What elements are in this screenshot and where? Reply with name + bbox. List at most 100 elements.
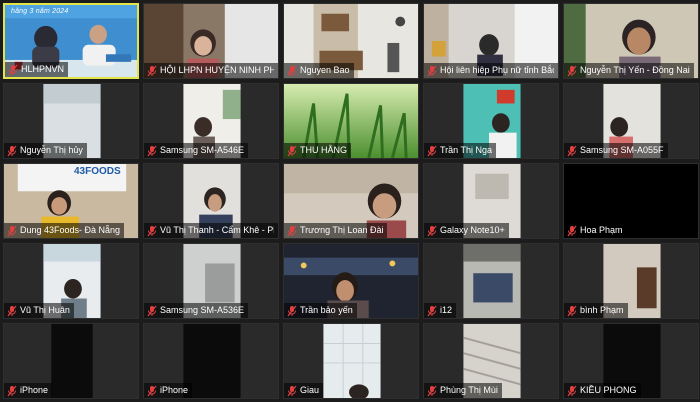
participant-tile[interactable]: Nguyễn Thị hủy bbox=[3, 83, 139, 159]
participant-name: Trương Thị Loan Đài bbox=[300, 225, 384, 235]
participant-tile[interactable]: Phùng Thị Mùi bbox=[423, 323, 559, 399]
participant-tile[interactable]: 43FOODS Dung 43Foods- Đà Nẵng bbox=[3, 163, 139, 239]
participant-tile[interactable]: i12 bbox=[423, 243, 559, 319]
participant-name: Trần bảo yến bbox=[300, 305, 353, 315]
participant-name: Nguyen Bao bbox=[300, 65, 350, 75]
participant-tile[interactable]: Vũ Thị Huân bbox=[3, 243, 139, 319]
nameplate: Nguyễn Thị hủy bbox=[4, 143, 87, 158]
participant-tile[interactable]: THU HẰNG bbox=[283, 83, 419, 159]
participant-name: Hội liên hiệp Phụ nữ tỉnh Bắc... bbox=[440, 65, 554, 75]
participant-name: Phùng Thị Mùi bbox=[440, 385, 498, 395]
participant-tile[interactable]: Galaxy Note10+ bbox=[423, 163, 559, 239]
banner-text: 43FOODS bbox=[74, 166, 121, 177]
mic-muted-icon bbox=[427, 225, 437, 236]
mic-muted-icon bbox=[147, 65, 157, 76]
mic-muted-icon bbox=[567, 225, 577, 236]
participant-tile[interactable]: Hội liên hiệp Phụ nữ tỉnh Bắc... bbox=[423, 3, 559, 79]
nameplate: Trần bảo yến bbox=[284, 303, 357, 318]
nameplate: HỘI LHPN HUYỆN NINH PH... bbox=[144, 63, 278, 78]
mic-muted-icon bbox=[427, 385, 437, 396]
participant-name: Hoa Phạm bbox=[580, 225, 623, 235]
nameplate: Vũ Thị Thanh - Cẩm Khê - Ph... bbox=[144, 223, 278, 238]
nameplate: Trần Thị Nga bbox=[424, 143, 497, 158]
nameplate: Trương Thị Loan Đài bbox=[284, 223, 388, 238]
participant-name: iPhone bbox=[160, 385, 189, 395]
participant-tile[interactable]: Samsung SM-A546E bbox=[143, 83, 279, 159]
mic-muted-icon bbox=[287, 225, 297, 236]
mic-muted-icon bbox=[427, 65, 437, 76]
banner-text: hăng 3 năm 2024 bbox=[11, 8, 69, 15]
video-grid: hăng 3 năm 2024 HLHPNVN HỘI LHPN HUYỆN N… bbox=[0, 0, 700, 402]
participant-tile[interactable]: iPhone bbox=[3, 323, 139, 399]
participant-tile[interactable]: Giau bbox=[283, 323, 419, 399]
participant-name: bình Phạm bbox=[580, 305, 624, 315]
participant-name: THU HẰNG bbox=[300, 145, 347, 155]
participant-name: Samsung SM-A546E bbox=[160, 145, 245, 155]
mic-muted-icon bbox=[287, 145, 297, 156]
participant-name: i12 bbox=[440, 305, 453, 315]
mic-muted-icon bbox=[7, 145, 17, 156]
participant-tile[interactable]: KIỀU PHONG bbox=[563, 323, 699, 399]
participant-name: Samsung SM-A055F bbox=[580, 145, 664, 155]
nameplate: Samsung SM-A055F bbox=[564, 143, 668, 158]
participant-tile[interactable]: bình Phạm bbox=[563, 243, 699, 319]
nameplate: KIỀU PHONG bbox=[564, 383, 641, 398]
participant-name: Giau bbox=[300, 385, 320, 395]
nameplate: Phùng Thị Mùi bbox=[424, 383, 502, 398]
participant-tile[interactable]: Nguyen Bao bbox=[283, 3, 419, 79]
mic-muted-icon bbox=[567, 65, 577, 76]
mic-muted-icon bbox=[147, 145, 157, 156]
participant-tile[interactable]: Samsung SM-A055F bbox=[563, 83, 699, 159]
participant-name: Trần Thị Nga bbox=[440, 145, 493, 155]
participant-name: Nguyễn Thị hủy bbox=[20, 145, 83, 155]
participant-tile[interactable]: Trương Thị Loan Đài bbox=[283, 163, 419, 239]
nameplate: iPhone bbox=[4, 383, 53, 398]
participant-name: Dung 43Foods- Đà Nẵng bbox=[20, 225, 121, 235]
participant-tile[interactable]: Vũ Thị Thanh - Cẩm Khê - Ph... bbox=[143, 163, 279, 239]
mic-muted-icon bbox=[427, 305, 437, 316]
participant-name: HỘI LHPN HUYỆN NINH PH... bbox=[160, 65, 274, 75]
participant-tile[interactable]: Hoa Phạm bbox=[563, 163, 699, 239]
participant-tile[interactable]: Samsung SM-A536E bbox=[143, 243, 279, 319]
nameplate: Hoa Phạm bbox=[564, 223, 627, 238]
nameplate: Galaxy Note10+ bbox=[424, 223, 509, 238]
nameplate: HLHPNVN bbox=[5, 62, 69, 77]
nameplate: Nguyen Bao bbox=[284, 63, 354, 78]
participant-name: Galaxy Note10+ bbox=[440, 225, 505, 235]
mic-muted-icon bbox=[7, 385, 17, 396]
mic-muted-icon bbox=[8, 64, 18, 75]
mic-muted-icon bbox=[7, 225, 17, 236]
nameplate: Samsung SM-A536E bbox=[144, 303, 249, 318]
nameplate: THU HẰNG bbox=[284, 143, 351, 158]
participant-name: Vũ Thị Thanh - Cẩm Khê - Ph... bbox=[160, 225, 274, 235]
nameplate: Hội liên hiệp Phụ nữ tỉnh Bắc... bbox=[424, 63, 558, 78]
mic-muted-icon bbox=[287, 305, 297, 316]
participant-name: HLHPNVN bbox=[21, 64, 65, 74]
participant-tile[interactable]: Trần bảo yến bbox=[283, 243, 419, 319]
participant-name: Vũ Thị Huân bbox=[20, 305, 70, 315]
participant-tile[interactable]: hăng 3 năm 2024 HLHPNVN bbox=[3, 3, 139, 79]
mic-muted-icon bbox=[567, 145, 577, 156]
participant-tile[interactable]: Trần Thị Nga bbox=[423, 83, 559, 159]
nameplate: Dung 43Foods- Đà Nẵng bbox=[4, 223, 125, 238]
nameplate: i12 bbox=[424, 303, 457, 318]
participant-name: Samsung SM-A536E bbox=[160, 305, 245, 315]
participant-tile[interactable]: iPhone bbox=[143, 323, 279, 399]
participant-tile[interactable]: HỘI LHPN HUYỆN NINH PH... bbox=[143, 3, 279, 79]
nameplate: Samsung SM-A546E bbox=[144, 143, 249, 158]
participant-name: KIỀU PHONG bbox=[580, 385, 637, 395]
mic-muted-icon bbox=[147, 305, 157, 316]
nameplate: Giau bbox=[284, 383, 324, 398]
participant-name: Nguyễn Thị Yến - Đồng Nai bbox=[580, 65, 690, 75]
mic-muted-icon bbox=[427, 145, 437, 156]
participant-name: iPhone bbox=[20, 385, 49, 395]
participant-tile[interactable]: Nguyễn Thị Yến - Đồng Nai bbox=[563, 3, 699, 79]
nameplate: iPhone bbox=[144, 383, 193, 398]
mic-muted-icon bbox=[567, 385, 577, 396]
mic-muted-icon bbox=[287, 385, 297, 396]
mic-muted-icon bbox=[7, 305, 17, 316]
nameplate: Vũ Thị Huân bbox=[4, 303, 74, 318]
mic-muted-icon bbox=[287, 65, 297, 76]
mic-muted-icon bbox=[567, 305, 577, 316]
nameplate: Nguyễn Thị Yến - Đồng Nai bbox=[564, 63, 694, 78]
